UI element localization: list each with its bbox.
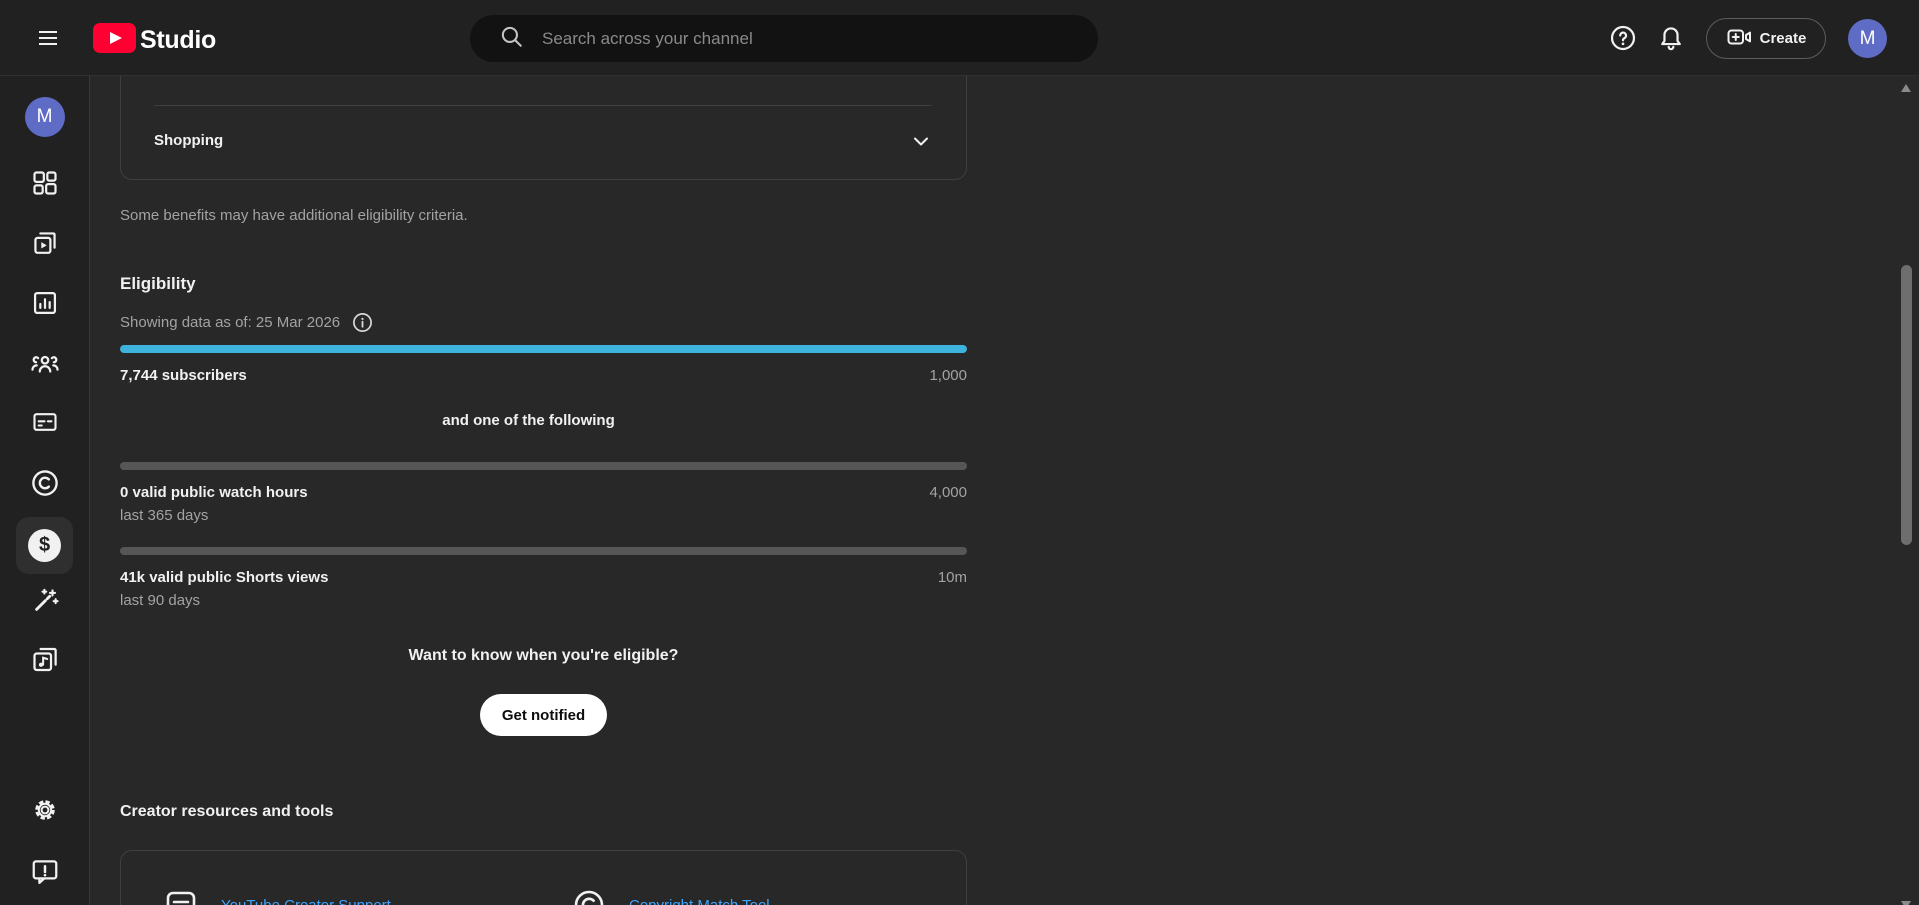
watch-hours-progress-track (120, 462, 967, 470)
sidebar-item-settings[interactable] (0, 795, 89, 830)
create-video-icon (1726, 25, 1752, 53)
creator-support-link[interactable]: YouTube Creator Support (221, 897, 391, 905)
resources-heading: Creator resources and tools (120, 803, 333, 821)
subscribers-label: 7,744 subscribers (120, 367, 247, 384)
youtube-play-icon (93, 23, 136, 58)
cta-question: Want to know when you're eligible? (120, 647, 967, 665)
watch-hours-target: 4,000 (767, 484, 967, 501)
scrollbar-down-arrow[interactable] (1901, 901, 1911, 905)
dollar-glyph: $ (39, 534, 50, 557)
account-avatar-initial: M (1860, 28, 1876, 50)
help-icon[interactable] (1609, 24, 1637, 52)
info-icon[interactable] (352, 312, 373, 333)
sidebar-item-channel[interactable]: M (0, 97, 89, 137)
sidebar-item-community[interactable] (0, 349, 89, 384)
gear-icon (30, 795, 60, 830)
magic-wand-icon (30, 586, 60, 621)
subscribers-progress-fill (120, 345, 967, 353)
watch-hours-sublabel: last 365 days (120, 507, 208, 524)
subtitles-icon (31, 408, 59, 441)
shopping-section-header[interactable]: Shopping (121, 106, 966, 179)
studio-logo-text: Studio (140, 26, 216, 55)
sidebar-item-content[interactable] (0, 229, 89, 262)
youtube-studio-page: Shopping Some benefits may have addition… (0, 0, 1919, 905)
resources-card: YouTube Creator Support Copyright Match … (120, 850, 967, 905)
sidebar-item-send-feedback[interactable] (0, 856, 89, 891)
watch-hours-label: 0 valid public watch hours (120, 484, 308, 501)
eligibility-heading: Eligibility (120, 274, 196, 294)
dashboard-icon (31, 169, 59, 202)
create-button-label: Create (1760, 30, 1807, 47)
creator-support-icon (163, 887, 199, 905)
sidebar-item-monetization-selected[interactable]: $ (16, 517, 73, 574)
monetization-dollar-icon: $ (28, 529, 61, 562)
sidebar: M (0, 76, 90, 905)
subscribers-progress-track (120, 345, 967, 353)
subscribers-target: 1,000 (767, 367, 967, 384)
audio-library-icon (30, 644, 60, 679)
notifications-bell-icon[interactable] (1657, 24, 1685, 52)
search-bar[interactable] (470, 15, 1098, 62)
hamburger-menu-button[interactable] (36, 26, 60, 50)
content-icon (31, 229, 59, 262)
copyright-icon (30, 468, 60, 503)
studio-logo[interactable]: Studio (93, 23, 216, 58)
create-button[interactable]: Create (1706, 18, 1826, 59)
chevron-down-icon[interactable] (909, 129, 933, 153)
channel-avatar[interactable]: M (25, 97, 65, 137)
scrollbar-up-arrow[interactable] (1901, 84, 1911, 92)
feedback-icon (30, 856, 60, 891)
sidebar-item-analytics[interactable] (0, 289, 89, 322)
shorts-views-target: 10m (767, 569, 967, 586)
data-as-of-text: Showing data as of: 25 Mar 2026 (120, 314, 340, 331)
search-icon (498, 23, 524, 54)
connector-text: and one of the following (120, 412, 937, 429)
account-avatar[interactable]: M (1848, 19, 1887, 58)
sidebar-item-customization[interactable] (0, 586, 89, 621)
analytics-icon (31, 289, 59, 322)
shorts-views-sublabel: last 90 days (120, 592, 200, 609)
search-input[interactable] (542, 29, 1062, 49)
channel-avatar-initial: M (37, 106, 53, 128)
sidebar-item-copyright[interactable] (0, 468, 89, 503)
topbar: Studio (0, 0, 1919, 76)
copyright-match-link[interactable]: Copyright Match Tool (629, 897, 770, 905)
shorts-views-progress-track (120, 547, 967, 555)
shopping-section-title: Shopping (154, 132, 223, 149)
get-notified-button[interactable]: Get notified (480, 694, 607, 736)
benefits-note: Some benefits may have additional eligib… (120, 207, 468, 224)
sidebar-item-audio-library[interactable] (0, 644, 89, 679)
sidebar-item-dashboard[interactable] (0, 169, 89, 202)
shorts-views-label: 41k valid public Shorts views (120, 569, 328, 586)
community-icon (30, 349, 60, 384)
copyright-match-icon (571, 887, 607, 905)
sidebar-item-subtitles[interactable] (0, 408, 89, 441)
scrollbar-thumb[interactable] (1901, 265, 1912, 545)
